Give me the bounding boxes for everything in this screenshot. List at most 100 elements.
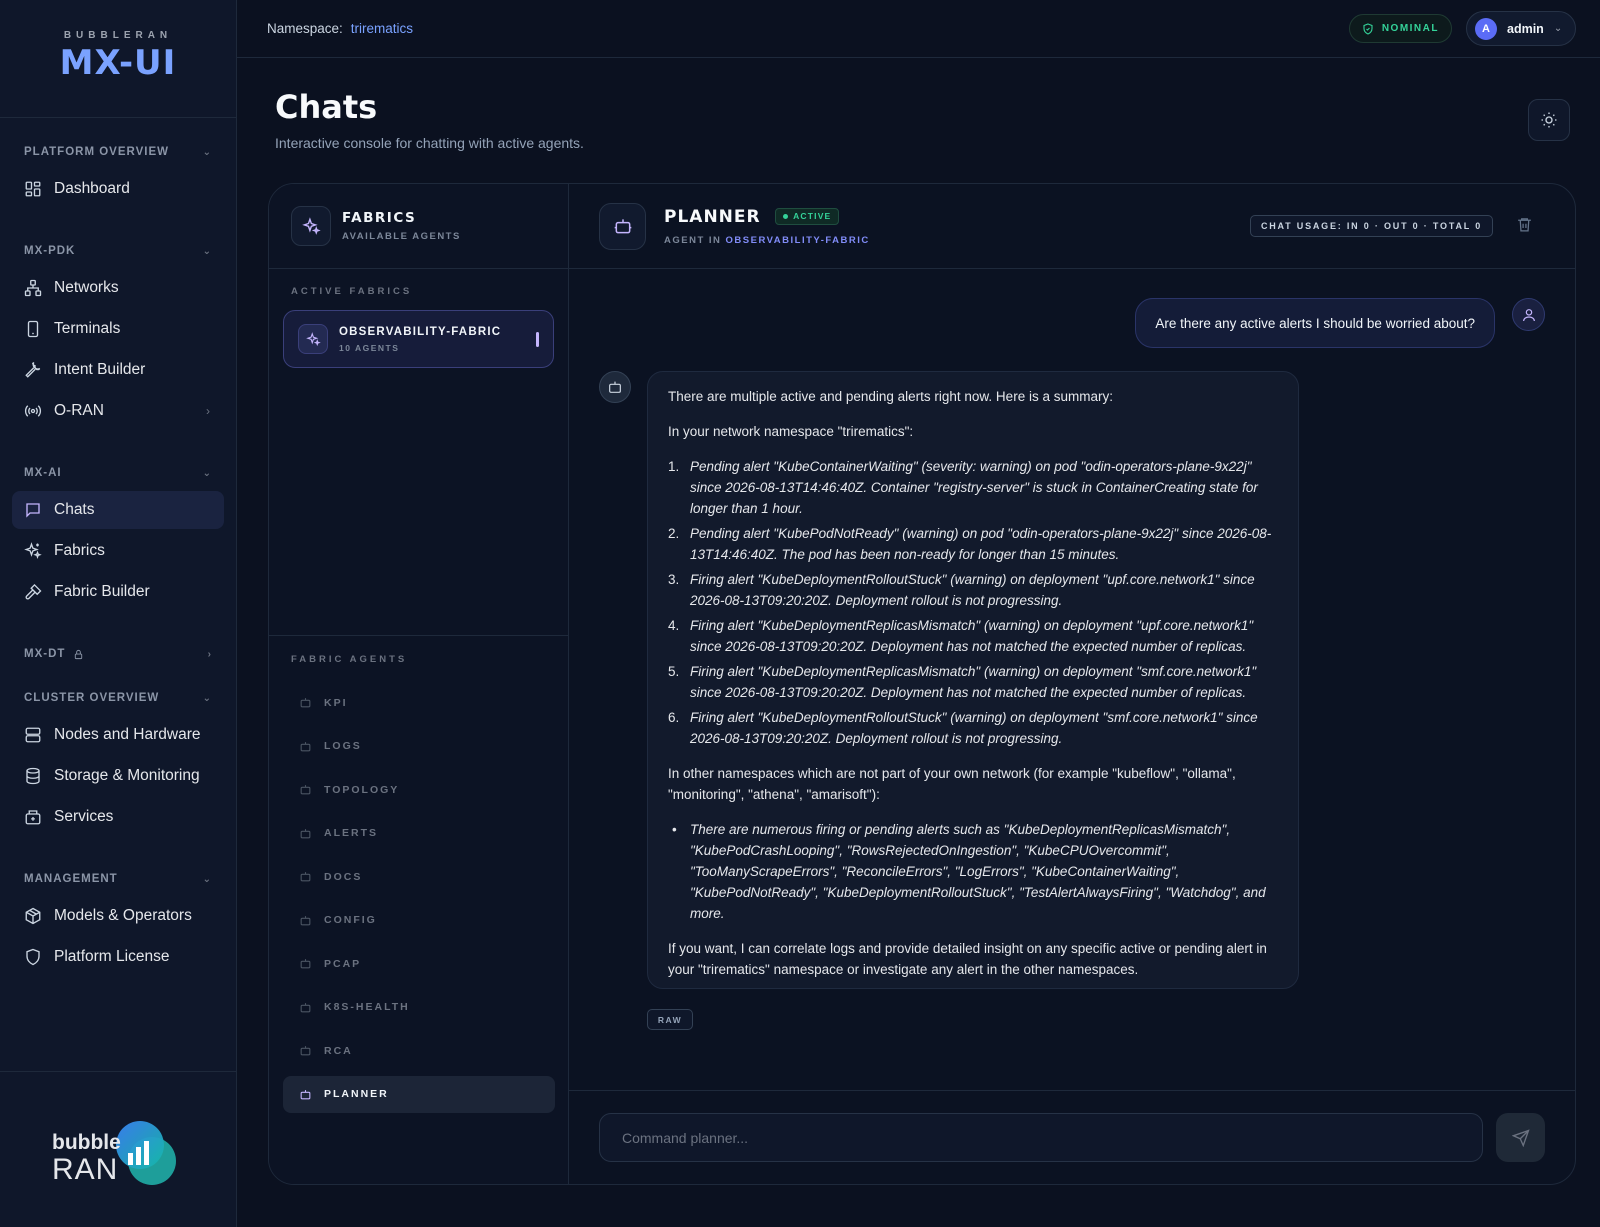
section-title-wrap: MX-DT bbox=[24, 648, 84, 660]
agent-item-docs[interactable]: DOCS bbox=[283, 858, 555, 895]
sidebar-item-services[interactable]: Services bbox=[12, 798, 224, 836]
chevron-down-icon: ⌄ bbox=[202, 873, 212, 885]
fabrics-title: FABRICS bbox=[342, 210, 417, 226]
user-menu[interactable]: A admin ⌄ bbox=[1466, 11, 1576, 46]
bot-avatar bbox=[599, 371, 631, 403]
section-mx-dt[interactable]: MX-DT › bbox=[12, 644, 224, 664]
sidebar-nav: PLATFORM OVERVIEW ⌄ Dashboard MX-PDK ⌄ N… bbox=[0, 118, 236, 976]
list-number: 2. bbox=[668, 526, 680, 541]
sidebar-item-platform-license[interactable]: Platform License bbox=[12, 938, 224, 976]
message-paragraph: In your network namespace "trirematics": bbox=[668, 424, 914, 439]
list-number: 3. bbox=[668, 572, 680, 587]
agent-item-pcap[interactable]: PCAP bbox=[283, 945, 555, 982]
sidebar-item-label: Intent Builder bbox=[54, 361, 146, 378]
logo-word-ran: RAN bbox=[52, 1153, 119, 1186]
bot-icon bbox=[300, 915, 311, 925]
list-item: 3. Firing alert "KubeDeploymentRolloutStu… bbox=[668, 569, 1278, 611]
sidebar-item-networks[interactable]: Networks bbox=[12, 269, 224, 307]
agent-item-rca[interactable]: RCA bbox=[283, 1032, 555, 1069]
section-platform-overview[interactable]: PLATFORM OVERVIEW ⌄ bbox=[12, 142, 224, 162]
sidebar-item-label: Fabric Builder bbox=[54, 583, 150, 600]
sidebar-item-models-operators[interactable]: Models & Operators bbox=[12, 897, 224, 935]
fabric-card-observability[interactable]: OBSERVABILITY-FABRIC 10 AGENTS bbox=[283, 310, 554, 368]
agent-item-planner[interactable]: PLANNER bbox=[283, 1075, 555, 1113]
theme-toggle-button[interactable] bbox=[1528, 99, 1570, 141]
chevron-right-icon: › bbox=[207, 648, 212, 660]
sidebar-item-chats[interactable]: Chats bbox=[12, 491, 224, 529]
agent-item-alerts[interactable]: ALERTS bbox=[283, 815, 555, 852]
sidebar-item-nodes-and-hardware[interactable]: Nodes and Hardware bbox=[12, 716, 224, 754]
bot-icon bbox=[300, 1002, 311, 1012]
assistant-message-bubble: There are multiple active and pending al… bbox=[647, 371, 1299, 989]
section-mx-pdk[interactable]: MX-PDK ⌄ bbox=[12, 241, 224, 261]
sidebar-item-storage-monitoring[interactable]: Storage & Monitoring bbox=[12, 757, 224, 795]
message-paragraph: There are multiple active and pending al… bbox=[668, 389, 1113, 404]
chevron-down-icon: ⌄ bbox=[202, 245, 212, 257]
fabric-name: OBSERVABILITY-FABRIC bbox=[339, 325, 502, 338]
fabrics-header-text: FABRICS AVAILABLE AGENTS bbox=[342, 210, 461, 242]
sun-icon bbox=[1541, 112, 1557, 128]
agent-label: PCAP bbox=[324, 957, 362, 970]
section-title: MX-DT bbox=[24, 648, 66, 660]
list-item: 4. Firing alert "KubeDeploymentReplicasMi… bbox=[668, 615, 1278, 657]
sidebar-footer: bubble RAN bbox=[0, 1071, 236, 1227]
raw-toggle-button[interactable]: RAW bbox=[647, 1009, 693, 1030]
agent-in-fabric: OBSERVABILITY-FABRIC bbox=[725, 234, 870, 246]
section-management[interactable]: MANAGEMENT ⌄ bbox=[12, 869, 224, 889]
agent-label: DOCS bbox=[324, 870, 363, 883]
agent-item-config[interactable]: CONFIG bbox=[283, 902, 555, 939]
logo-word-bubble: bubble bbox=[52, 1131, 121, 1154]
section-cluster-overview[interactable]: CLUSTER OVERVIEW ⌄ bbox=[12, 688, 224, 708]
brand-logo[interactable]: BUBBLERAN MX-UI bbox=[0, 0, 236, 118]
sidebar-item-label: Nodes and Hardware bbox=[54, 726, 201, 743]
agent-item-k8s-health[interactable]: K8S-HEALTH bbox=[283, 989, 555, 1026]
command-input[interactable] bbox=[599, 1113, 1483, 1162]
fabric-icon-box bbox=[298, 324, 328, 354]
sidebar-item-o-ran[interactable]: O-RAN › bbox=[12, 392, 224, 430]
section-mx-ai[interactable]: MX-AI ⌄ bbox=[12, 463, 224, 483]
phone-icon bbox=[27, 320, 39, 338]
agent-item-topology[interactable]: TOPOLOGY bbox=[283, 771, 555, 808]
divider bbox=[269, 635, 569, 636]
agent-item-logs[interactable]: LOGS bbox=[283, 728, 555, 765]
package-icon bbox=[25, 907, 41, 925]
list-item: 2. Pending alert "KubePodNotReady" (warni… bbox=[668, 523, 1278, 565]
send-button[interactable] bbox=[1496, 1113, 1545, 1162]
namespace-value[interactable]: trirematics bbox=[351, 21, 413, 36]
sidebar-item-fabric-builder[interactable]: Fabric Builder bbox=[12, 573, 224, 611]
fabric-agent-count: 10 AGENTS bbox=[339, 342, 400, 353]
bot-icon bbox=[300, 828, 311, 838]
agent-item-kpi[interactable]: KPI bbox=[283, 684, 555, 721]
fabric-agents-heading: FABRIC AGENTS bbox=[291, 654, 408, 665]
chat-panel: FABRICS AVAILABLE AGENTS ACTIVE FABRICS … bbox=[268, 183, 1576, 1185]
fabrics-header: FABRICS AVAILABLE AGENTS bbox=[269, 184, 568, 269]
sidebar-item-label: Terminals bbox=[54, 320, 121, 337]
fabrics-column: FABRICS AVAILABLE AGENTS ACTIVE FABRICS … bbox=[269, 184, 569, 1184]
send-icon bbox=[1511, 1128, 1530, 1147]
status-badge: NOMINAL bbox=[1348, 14, 1452, 43]
list-text: There are numerous firing or pending ale… bbox=[690, 822, 1266, 921]
section-title: MX-PDK bbox=[24, 245, 76, 257]
user-message-bubble: Are there any active alerts I should be … bbox=[1135, 298, 1495, 348]
dashboard-icon bbox=[25, 181, 41, 197]
sidebar: BUBBLERAN MX-UI PLATFORM OVERVIEW ⌄ Dash… bbox=[0, 0, 237, 1227]
agent-title-row: PLANNER ACTIVE bbox=[664, 207, 870, 227]
clear-chat-button[interactable] bbox=[1516, 216, 1533, 238]
services-icon bbox=[25, 810, 41, 825]
user-name: admin bbox=[1507, 21, 1544, 36]
namespace-label: Namespace: bbox=[267, 21, 343, 36]
sidebar-item-fabrics[interactable]: Fabrics bbox=[12, 532, 224, 570]
sidebar-item-terminals[interactable]: Terminals bbox=[12, 310, 224, 348]
bubbleran-logo: bubble RAN bbox=[52, 1117, 187, 1192]
agent-fabric-line: AGENT IN OBSERVABILITY-FABRIC bbox=[664, 235, 870, 246]
other-alerts-list: • There are numerous firing or pending al… bbox=[668, 819, 1278, 924]
sidebar-item-label: Storage & Monitoring bbox=[54, 767, 200, 784]
sidebar-item-intent-builder[interactable]: Intent Builder bbox=[12, 351, 224, 389]
section-title: MANAGEMENT bbox=[24, 873, 118, 885]
bot-icon bbox=[300, 872, 311, 882]
sidebar-item-dashboard[interactable]: Dashboard bbox=[12, 170, 224, 208]
selected-indicator bbox=[536, 332, 539, 347]
network-icon bbox=[24, 279, 42, 297]
fabric-card-text: OBSERVABILITY-FABRIC 10 AGENTS bbox=[339, 326, 501, 353]
sidebar-item-label: Models & Operators bbox=[54, 907, 192, 924]
